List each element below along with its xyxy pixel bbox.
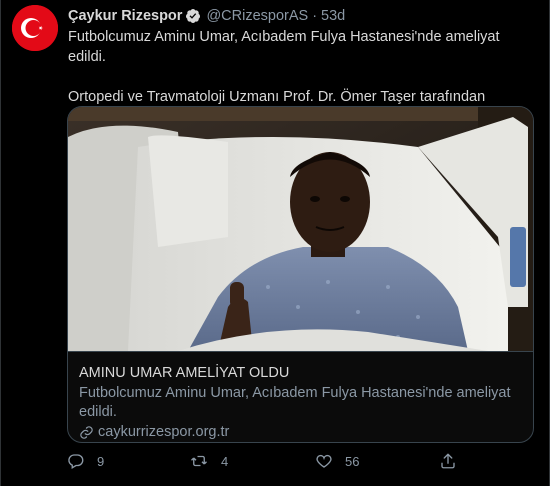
share-icon	[441, 453, 455, 469]
card-body[interactable]: AMINU UMAR AMELİYAT OLDU Futbolcumuz Ami…	[68, 351, 533, 442]
like-button[interactable]: 56	[315, 452, 359, 470]
like-count: 56	[345, 453, 360, 469]
retweet-button[interactable]: 4	[189, 452, 228, 470]
retweet-icon	[191, 455, 207, 467]
verified-badge-icon	[186, 9, 201, 23]
reply-button[interactable]: 9	[67, 452, 104, 470]
link-icon	[80, 425, 93, 439]
card-image[interactable]	[68, 107, 533, 351]
reply-icon	[68, 454, 84, 469]
card-link-domain: caykurrizespor.org.tr	[98, 424, 230, 440]
tweet-paragraph-1: Futbolcumuz Aminu Umar, Acıbadem Fulya H…	[68, 29, 500, 65]
tweet-container[interactable]: Çaykur Rizespor @CRizesporAS · 53d Futbo…	[0, 0, 550, 486]
like-icon	[316, 454, 332, 468]
separator-dot: ·	[312, 8, 318, 24]
share-button[interactable]	[439, 452, 469, 470]
tweet-timestamp[interactable]: 53d	[321, 8, 345, 24]
tweet-header: Çaykur Rizespor @CRizesporAS · 53d	[68, 6, 345, 26]
tweet-actions: 9 4 56	[67, 452, 487, 474]
author-name[interactable]: Çaykur Rizespor	[68, 8, 182, 24]
card-link[interactable]: caykurrizespor.org.tr	[79, 424, 229, 440]
reply-count: 9	[97, 453, 105, 469]
link-preview-card[interactable]: AMINU UMAR AMELİYAT OLDU Futbolcumuz Ami…	[67, 106, 534, 443]
turkish-flag-logo	[12, 5, 58, 51]
card-title: AMINU UMAR AMELİYAT OLDU	[79, 365, 290, 381]
retweet-count: 4	[221, 453, 229, 469]
card-description: Futbolcumuz Aminu Umar, Acıbadem Fulya H…	[79, 385, 511, 420]
hospital-patient-photo	[68, 107, 533, 351]
avatar[interactable]	[12, 5, 58, 51]
author-handle[interactable]: @CRizesporAS	[206, 8, 308, 24]
